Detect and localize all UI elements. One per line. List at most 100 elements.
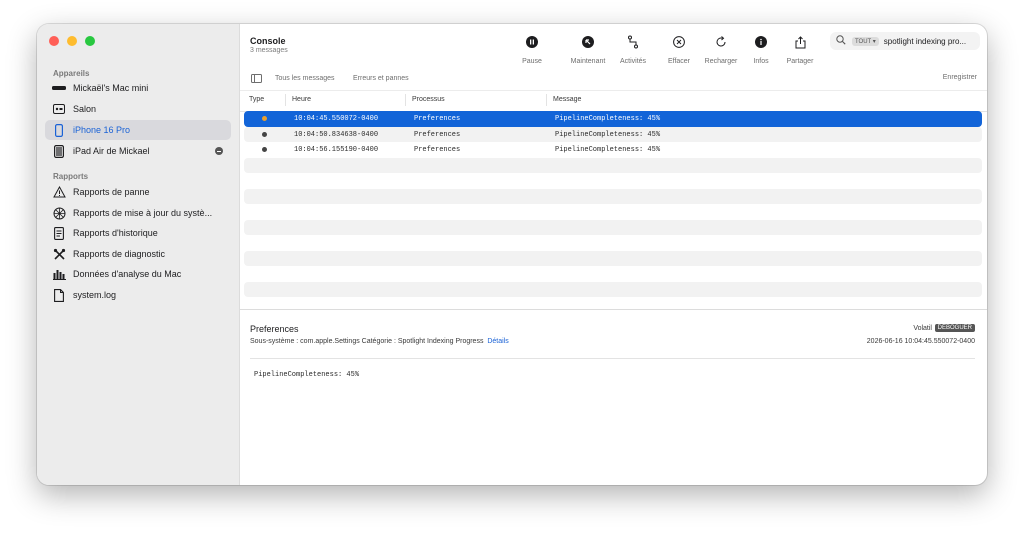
iphone-icon	[52, 123, 66, 137]
share-label: Partager	[786, 58, 814, 65]
document-icon	[52, 226, 66, 240]
row-process: Preferences	[414, 130, 461, 139]
sidebar-item-iphone[interactable]: iPhone 16 Pro	[45, 120, 231, 140]
devices-header: Appareils	[53, 69, 90, 78]
empty-row	[244, 157, 982, 173]
sidebar-item-update-reports[interactable]: Rapports de mise à jour du systè...	[45, 203, 231, 223]
sidebar-item-crash-reports[interactable]: Rapports de panne	[45, 182, 231, 202]
row-time: 10:04:50.834638-0400	[294, 130, 379, 139]
empty-row	[244, 235, 982, 251]
page-title: Console	[250, 36, 286, 46]
column-time[interactable]: Heure	[292, 96, 311, 103]
window-controls	[49, 36, 95, 46]
reports-header: Rapports	[53, 172, 89, 181]
sidebar-item-label: Mickaël's Mac mini	[73, 83, 149, 93]
message-count: 3 messages	[250, 47, 288, 54]
detail-volatile: Volatil	[913, 325, 932, 332]
bar-chart-icon	[52, 267, 66, 281]
sidebar-item-mac-analytics[interactable]: Données d'analyse du Mac	[45, 264, 231, 284]
sidebar-item-ipad[interactable]: iPad Air de Mickael	[45, 141, 231, 161]
detail-message: PipelineCompleteness: 45%	[254, 371, 360, 379]
filter-all-messages[interactable]: Tous les messages	[275, 75, 335, 82]
apple-tv-icon	[52, 102, 66, 116]
row-time: 10:04:56.155190-0400	[294, 146, 379, 154]
sidebar-toggle-icon[interactable]	[251, 74, 262, 83]
main-pane: Console 3 messages Pause Maintenant Acti…	[240, 24, 987, 485]
details-link[interactable]: Détails	[487, 338, 508, 345]
log-level-badge: DÉBOGUER	[934, 324, 975, 332]
table-row[interactable]: 10:04:50.834638-0400 Preferences Pipelin…	[244, 126, 982, 142]
reload-icon	[711, 32, 731, 52]
column-type[interactable]: Type	[249, 96, 264, 103]
empty-row	[244, 266, 982, 282]
table-row[interactable]: 10:04:45.550072-0400 Preferences Pipelin…	[244, 111, 982, 127]
row-process: Preferences	[414, 115, 461, 123]
search-icon	[836, 32, 846, 50]
sidebar-item-system-log[interactable]: system.log	[45, 285, 231, 305]
row-message: PipelineCompleteness: 45%	[555, 146, 661, 154]
sidebar-item-diagnostic-reports[interactable]: Rapports de diagnostic	[45, 244, 231, 264]
sidebar-item-label: Données d'analyse du Mac	[73, 269, 182, 279]
disconnect-icon[interactable]	[215, 147, 223, 155]
sidebar-item-label: Rapports de panne	[73, 187, 150, 197]
close-window-button[interactable]	[49, 36, 59, 46]
detail-timestamp: 2026-06-16 10:04:45.550072-0400	[866, 338, 975, 345]
row-time: 10:04:45.550072-0400	[294, 115, 379, 123]
sidebar-item-mac-mini[interactable]: Mickaël's Mac mini	[45, 78, 231, 98]
search-field[interactable]: TOUT ▾ spotlight indexing pro...	[830, 32, 980, 50]
sidebar-item-label: iPhone 16 Pro	[73, 125, 131, 135]
pause-button[interactable]: Pause	[505, 32, 559, 65]
info-icon	[751, 32, 771, 52]
detail-subsystem-text: Sous-système : com.apple.Settings Catégo…	[250, 338, 484, 345]
column-divider	[546, 94, 547, 106]
column-divider	[405, 94, 406, 106]
log-type-dot	[262, 116, 267, 121]
column-process[interactable]: Processus	[412, 96, 445, 103]
sidebar-item-label: Rapports de diagnostic	[73, 249, 166, 259]
tools-icon	[52, 247, 66, 261]
detail-process: Preferences	[250, 324, 299, 334]
minimize-window-button[interactable]	[67, 36, 77, 46]
pause-label: Pause	[522, 58, 542, 65]
log-table: 10:04:45.550072-0400 Preferences Pipelin…	[244, 111, 982, 313]
filter-errors[interactable]: Erreurs et pannes	[353, 75, 409, 82]
mac-mini-icon	[52, 81, 66, 95]
share-icon	[790, 32, 810, 52]
sidebar: Appareils Mickaël's Mac mini Salon iPhon…	[37, 24, 240, 485]
share-button[interactable]: Partager	[773, 32, 827, 65]
filter-bar: Tous les messages Erreurs et pannes Enre…	[240, 68, 987, 90]
column-divider	[285, 94, 286, 106]
sidebar-item-label: system.log	[73, 290, 117, 300]
zoom-window-button[interactable]	[85, 36, 95, 46]
empty-row	[244, 281, 982, 297]
pause-icon	[522, 32, 542, 52]
sidebar-item-label: iPad Air de Mickael	[73, 146, 150, 156]
row-message: PipelineCompleteness: 45%	[555, 115, 661, 123]
arrow-up-left-icon	[578, 32, 598, 52]
search-scope-dropdown[interactable]: TOUT ▾	[852, 36, 879, 46]
empty-row	[244, 250, 982, 266]
log-type-dot	[262, 147, 267, 152]
sidebar-item-history-reports[interactable]: Rapports d'historique	[45, 223, 231, 243]
table-header: Type Heure Processus Message	[240, 90, 987, 112]
activities-icon	[623, 32, 643, 52]
warning-icon	[52, 185, 66, 199]
ipad-icon	[52, 144, 66, 158]
empty-row	[244, 188, 982, 204]
row-process: Preferences	[414, 146, 461, 154]
column-message[interactable]: Message	[553, 96, 581, 103]
log-type-dot	[262, 131, 267, 137]
spinner-icon	[52, 206, 66, 220]
file-icon	[52, 288, 66, 302]
save-button[interactable]: Enregistrer	[943, 74, 977, 81]
sidebar-item-salon[interactable]: Salon	[45, 99, 231, 119]
search-query[interactable]: spotlight indexing pro...	[884, 37, 966, 46]
clear-icon	[669, 32, 689, 52]
empty-row	[244, 219, 982, 235]
divider	[250, 358, 975, 359]
row-message: PipelineCompleteness: 45%	[555, 130, 661, 139]
detail-pane: Preferences Sous-système : com.apple.Set…	[240, 309, 987, 485]
empty-row	[244, 204, 982, 220]
detail-subsystem: Sous-système : com.apple.Settings Catégo…	[250, 338, 509, 345]
table-row[interactable]: 10:04:56.155190-0400 Preferences Pipelin…	[244, 142, 982, 158]
